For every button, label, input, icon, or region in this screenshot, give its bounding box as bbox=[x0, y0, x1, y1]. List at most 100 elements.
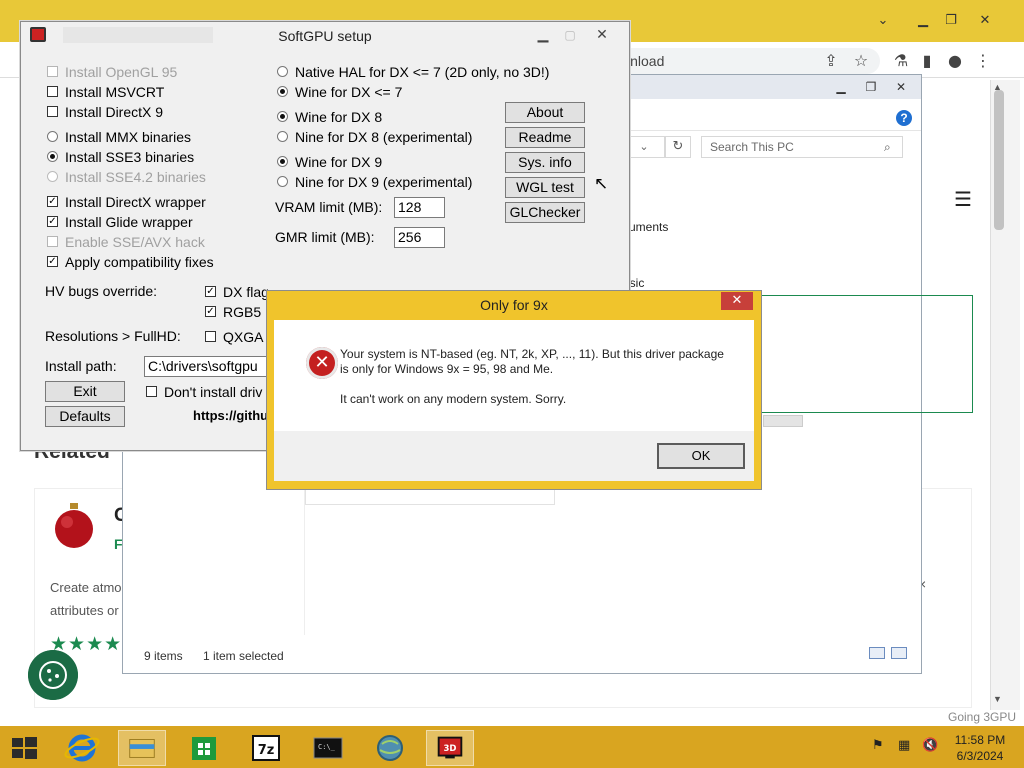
dialog-close-button[interactable]: ✕ bbox=[721, 292, 753, 310]
close-button[interactable]: ✕ bbox=[587, 25, 617, 45]
radio[interactable] bbox=[47, 151, 58, 162]
checkbox[interactable]: ✓ bbox=[47, 196, 58, 207]
wgl-test-button[interactable]: WGL test bbox=[505, 177, 585, 198]
glchecker-button[interactable]: GLChecker bbox=[505, 202, 585, 223]
option-label[interactable]: Wine for DX 8 bbox=[295, 108, 382, 126]
option-label[interactable]: Don't install driv bbox=[164, 383, 262, 401]
radio[interactable] bbox=[277, 66, 288, 77]
option-label[interactable]: Nine for DX 9 (experimental) bbox=[295, 173, 472, 191]
option-label[interactable]: Native HAL for DX <= 7 (2D only, no 3D!) bbox=[295, 63, 549, 81]
option-label[interactable]: Install MMX binaries bbox=[65, 128, 191, 146]
status-item-count: 9 items bbox=[144, 649, 183, 663]
option-label[interactable]: Nine for DX 8 (experimental) bbox=[295, 128, 472, 146]
minimize-button[interactable]: ▁ bbox=[530, 25, 556, 45]
checkbox[interactable] bbox=[47, 106, 58, 117]
minimize-button[interactable]: ▁ bbox=[908, 10, 938, 32]
checkbox[interactable] bbox=[47, 86, 58, 97]
option-label[interactable]: Install Glide wrapper bbox=[65, 213, 193, 231]
radio[interactable] bbox=[277, 131, 288, 142]
explorer-search-input[interactable]: Search This PC ⌕ bbox=[701, 136, 903, 158]
option-label[interactable]: RGB5 bbox=[223, 303, 261, 321]
checkbox bbox=[47, 236, 58, 247]
system-clock[interactable]: 11:58 PM 6/3/2024 bbox=[940, 732, 1020, 764]
radio[interactable] bbox=[47, 131, 58, 142]
radio[interactable] bbox=[277, 176, 288, 187]
maximize-button: ▢ bbox=[564, 28, 576, 42]
checkbox[interactable]: ✓ bbox=[47, 256, 58, 267]
softgpu-3d-icon[interactable]: 3D bbox=[426, 730, 474, 766]
sidebar-icon[interactable]: ▮ bbox=[916, 50, 938, 72]
share-icon[interactable]: ⇪ bbox=[820, 50, 842, 72]
file-explorer-icon[interactable] bbox=[118, 730, 166, 766]
option-label: Install OpenGL 95 bbox=[65, 64, 178, 80]
option-label[interactable]: Wine for DX <= 7 bbox=[295, 83, 402, 101]
chevron-down-icon[interactable]: ⌄ bbox=[868, 10, 898, 32]
defaults-button[interactable]: Defaults bbox=[45, 406, 125, 427]
dialog-message-line: is only for Windows 9x = 95, 98 and Me. bbox=[340, 362, 554, 376]
clock-date: 6/3/2024 bbox=[956, 749, 1004, 763]
readme-button[interactable]: Readme bbox=[505, 127, 585, 148]
option-label[interactable]: QXGA bbox=[223, 328, 263, 346]
install-path-input[interactable]: C:\drivers\softgpu bbox=[144, 356, 274, 377]
svg-text:7z: 7z bbox=[258, 743, 275, 758]
details-view-icon[interactable] bbox=[869, 647, 885, 659]
command-prompt-icon[interactable]: C:\_ bbox=[304, 730, 352, 766]
option-label[interactable]: Install MSVCRT bbox=[65, 83, 164, 101]
windows-start-icon[interactable] bbox=[0, 730, 48, 766]
checkbox[interactable] bbox=[205, 331, 216, 342]
explorer-status-bar: 9 items 1 item selected bbox=[123, 645, 921, 673]
option-label[interactable]: Wine for DX 9 bbox=[295, 153, 382, 171]
checkbox[interactable]: ✓ bbox=[47, 216, 58, 227]
help-icon[interactable]: ? bbox=[896, 110, 912, 126]
store-icon[interactable] bbox=[180, 730, 228, 766]
project-url-link[interactable]: https://githu bbox=[193, 408, 268, 423]
network-tray-icon[interactable]: ▦ bbox=[898, 738, 910, 753]
network-globe-icon[interactable] bbox=[366, 730, 414, 766]
option-label[interactable]: DX flag bbox=[223, 283, 269, 301]
explorer-maximize-button[interactable]: ❐ bbox=[857, 77, 885, 97]
large-icons-view-icon[interactable] bbox=[891, 647, 907, 659]
radio[interactable] bbox=[277, 86, 288, 97]
status-selected: 1 item selected bbox=[203, 649, 284, 663]
gmr-label: GMR limit (MB): bbox=[275, 229, 375, 245]
checkbox[interactable]: ✓ bbox=[205, 286, 216, 297]
option-label: Enable SSE/AVX hack bbox=[65, 234, 205, 250]
scroll-down-icon[interactable]: ▼ bbox=[993, 694, 1002, 704]
explorer-minimize-button[interactable]: ▁ bbox=[827, 77, 855, 97]
profile-avatar-icon[interactable]: ● bbox=[944, 50, 966, 72]
option-label[interactable]: Install DirectX 9 bbox=[65, 103, 163, 121]
scroll-thumb[interactable] bbox=[994, 90, 1004, 230]
hamburger-menu-icon[interactable]: ☰ bbox=[954, 190, 978, 210]
vram-input[interactable]: 128 bbox=[394, 197, 445, 218]
card-desc-line: attributes or bbox=[50, 603, 119, 618]
radio[interactable] bbox=[277, 156, 288, 167]
action-center-flag-icon[interactable]: ⚑ bbox=[872, 738, 884, 753]
search-icon[interactable]: ⌕ bbox=[884, 137, 891, 157]
page-scrollbar[interactable]: ▲ ▼ bbox=[990, 80, 1020, 710]
maximize-button[interactable]: ❐ bbox=[936, 10, 966, 32]
close-button[interactable]: ✕ bbox=[970, 10, 1000, 32]
about-button[interactable]: About bbox=[505, 102, 585, 123]
exit-button[interactable]: Exit bbox=[45, 381, 125, 402]
option-label[interactable]: Install DirectX wrapper bbox=[65, 193, 206, 211]
option-label[interactable]: Install SSE3 binaries bbox=[65, 148, 194, 166]
sysinfo-button[interactable]: Sys. info bbox=[505, 152, 585, 173]
radio[interactable] bbox=[277, 111, 288, 122]
search-placeholder: Search This PC bbox=[710, 140, 794, 154]
internet-explorer-icon[interactable] bbox=[58, 730, 106, 766]
refresh-icon[interactable]: ↻ bbox=[665, 136, 691, 158]
extension-icon[interactable]: ⚗ bbox=[890, 50, 912, 72]
checkbox[interactable]: ✓ bbox=[205, 306, 216, 317]
error-icon: ✕ bbox=[306, 347, 338, 379]
checkbox[interactable] bbox=[146, 386, 157, 397]
bookmark-star-icon[interactable]: ☆ bbox=[850, 50, 872, 72]
ok-button[interactable]: OK bbox=[657, 443, 745, 469]
volume-muted-icon[interactable]: 🔇 bbox=[922, 738, 938, 753]
resolutions-label: Resolutions > FullHD: bbox=[45, 328, 181, 344]
cookie-settings-icon[interactable] bbox=[28, 650, 78, 700]
option-label[interactable]: Apply compatibility fixes bbox=[65, 253, 214, 271]
gmr-input[interactable]: 256 bbox=[394, 227, 445, 248]
7zip-icon[interactable]: 7z bbox=[242, 730, 290, 766]
more-menu-icon[interactable]: ⋮ bbox=[972, 50, 994, 72]
explorer-close-button[interactable]: ✕ bbox=[887, 77, 915, 97]
